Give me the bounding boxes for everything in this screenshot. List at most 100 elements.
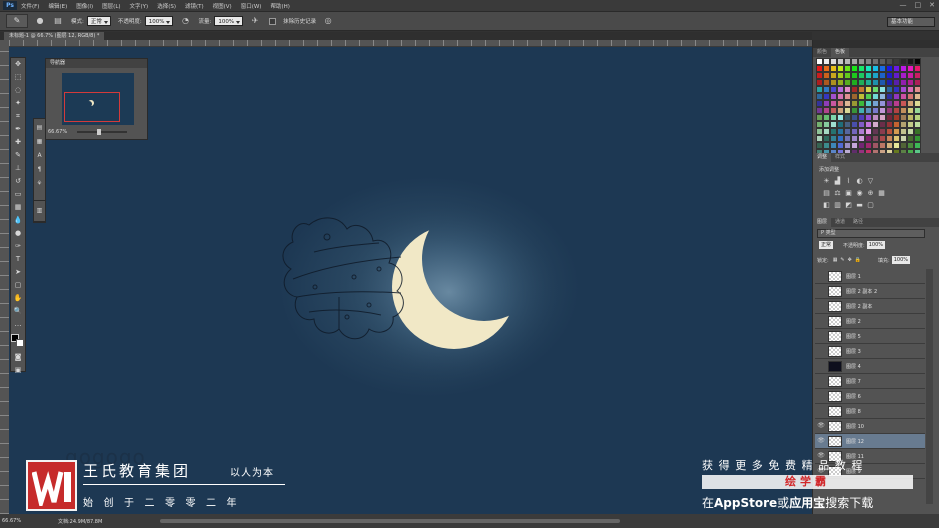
- visibility-eye-icon[interactable]: [817, 317, 825, 325]
- healing-brush-tool-icon[interactable]: ✚: [11, 137, 25, 148]
- swatch-cell[interactable]: [907, 114, 914, 121]
- visibility-eye-icon[interactable]: [817, 407, 825, 415]
- menu-help[interactable]: 帮助(H): [270, 2, 289, 10]
- color-swatches[interactable]: [11, 334, 25, 348]
- opacity-input[interactable]: 100%: [144, 16, 174, 26]
- swatch-cell[interactable]: [823, 142, 830, 149]
- eraser-tool-icon[interactable]: ▭: [11, 189, 25, 200]
- swatch-cell[interactable]: [865, 100, 872, 107]
- background-color[interactable]: [16, 339, 24, 347]
- swatch-cell[interactable]: [893, 128, 900, 135]
- visibility-eye-icon[interactable]: [817, 377, 825, 385]
- swatch-cell[interactable]: [879, 142, 886, 149]
- tab-color[interactable]: 颜色: [813, 48, 831, 57]
- swatch-cell[interactable]: [823, 58, 830, 65]
- swatch-cell[interactable]: [844, 58, 851, 65]
- lock-icons[interactable]: ▦✎✥🔒: [833, 257, 864, 263]
- swatch-cell[interactable]: [872, 65, 879, 72]
- swatch-cell[interactable]: [823, 135, 830, 142]
- menu-select[interactable]: 选择(S): [157, 2, 176, 10]
- swatch-cell[interactable]: [900, 79, 907, 86]
- quick-select-tool-icon[interactable]: ✦: [11, 98, 25, 109]
- swatch-cell[interactable]: [886, 79, 893, 86]
- flow-input[interactable]: 100%: [214, 16, 244, 26]
- swatch-cell[interactable]: [837, 79, 844, 86]
- layer-row[interactable]: 图层 8: [815, 404, 925, 419]
- brush-size-icon[interactable]: ●: [34, 15, 46, 27]
- swatch-cell[interactable]: [830, 93, 837, 100]
- brush-panel-icon[interactable]: ▤: [52, 15, 64, 27]
- swatch-cell[interactable]: [865, 86, 872, 93]
- tab-swatches[interactable]: 色板: [831, 48, 850, 57]
- swatch-cell[interactable]: [858, 72, 865, 79]
- swatch-cell[interactable]: [865, 114, 872, 121]
- marquee-tool-icon[interactable]: ⬚: [11, 72, 25, 83]
- swatch-cell[interactable]: [900, 135, 907, 142]
- swatch-cell[interactable]: [823, 121, 830, 128]
- zoom-tool-icon[interactable]: 🔍: [11, 306, 25, 317]
- swatch-cell[interactable]: [851, 107, 858, 114]
- swatch-cell[interactable]: [872, 58, 879, 65]
- swatch-cell[interactable]: [851, 65, 858, 72]
- swatch-cell[interactable]: [914, 107, 921, 114]
- swatch-cell[interactable]: [872, 86, 879, 93]
- restore-button[interactable]: □: [915, 0, 922, 11]
- swatch-cell[interactable]: [823, 93, 830, 100]
- swatch-cell[interactable]: [872, 79, 879, 86]
- path-selection-tool-icon[interactable]: ➤: [11, 267, 25, 278]
- black-white-icon[interactable]: ▣: [843, 189, 854, 201]
- swatch-cell[interactable]: [879, 65, 886, 72]
- vibrance-icon[interactable]: ▽: [865, 177, 876, 189]
- clone-stamp-tool-icon[interactable]: ⊥: [11, 163, 25, 174]
- navigator-zoom-slider[interactable]: [77, 129, 128, 135]
- layer-row[interactable]: 图层 3: [815, 344, 925, 359]
- airbrush-icon[interactable]: ✈: [249, 15, 261, 27]
- gradient-tool-icon[interactable]: ▦: [11, 202, 25, 213]
- tab-adjustments[interactable]: 调整: [813, 153, 832, 162]
- swatch-cell[interactable]: [837, 114, 844, 121]
- tool-presets-icon[interactable]: ▥: [34, 201, 45, 221]
- swatch-cell[interactable]: [914, 79, 921, 86]
- swatch-cell[interactable]: [865, 135, 872, 142]
- swatch-cell[interactable]: [823, 65, 830, 72]
- swatch-cell[interactable]: [872, 72, 879, 79]
- swatch-cell[interactable]: [823, 100, 830, 107]
- swatch-cell[interactable]: [900, 65, 907, 72]
- swatch-cell[interactable]: [914, 114, 921, 121]
- swatch-cell[interactable]: [886, 107, 893, 114]
- move-tool-icon[interactable]: ✥: [11, 59, 25, 70]
- swatch-cell[interactable]: [886, 93, 893, 100]
- layer-name[interactable]: 图层 3: [846, 348, 861, 355]
- swatch-cell[interactable]: [837, 100, 844, 107]
- layer-name[interactable]: 图层 1: [846, 273, 861, 280]
- swatch-cell[interactable]: [844, 93, 851, 100]
- workspace-select[interactable]: 基本功能: [887, 17, 935, 27]
- menu-window[interactable]: 窗口(W): [241, 2, 262, 10]
- blur-tool-icon[interactable]: 💧: [11, 215, 25, 226]
- swatch-cell[interactable]: [858, 107, 865, 114]
- history-panel-icon[interactable]: ▤: [34, 122, 45, 133]
- swatch-cell[interactable]: [851, 121, 858, 128]
- mode-select[interactable]: 正常: [86, 16, 111, 26]
- minimize-button[interactable]: —: [900, 0, 907, 11]
- swatch-cell[interactable]: [900, 142, 907, 149]
- quick-mask-icon[interactable]: ◙: [11, 352, 25, 363]
- swatch-cell[interactable]: [844, 100, 851, 107]
- swatch-cell[interactable]: [858, 121, 865, 128]
- swatch-cell[interactable]: [851, 114, 858, 121]
- swatch-cell[interactable]: [914, 65, 921, 72]
- swatch-cell[interactable]: [851, 58, 858, 65]
- swatch-cell[interactable]: [907, 79, 914, 86]
- swatch-cell[interactable]: [830, 142, 837, 149]
- swatch-cell[interactable]: [872, 93, 879, 100]
- swatch-cell[interactable]: [823, 128, 830, 135]
- tab-styles[interactable]: 样式: [831, 153, 849, 162]
- selective-color-icon[interactable]: ▢: [865, 201, 876, 213]
- swatch-cell[interactable]: [858, 135, 865, 142]
- dodge-tool-icon[interactable]: ●: [11, 228, 25, 239]
- swatch-cell[interactable]: [872, 142, 879, 149]
- swatch-cell[interactable]: [914, 135, 921, 142]
- swatch-cell[interactable]: [914, 128, 921, 135]
- tab-channels[interactable]: 通道: [831, 218, 849, 227]
- crop-tool-icon[interactable]: ⌗: [11, 111, 25, 122]
